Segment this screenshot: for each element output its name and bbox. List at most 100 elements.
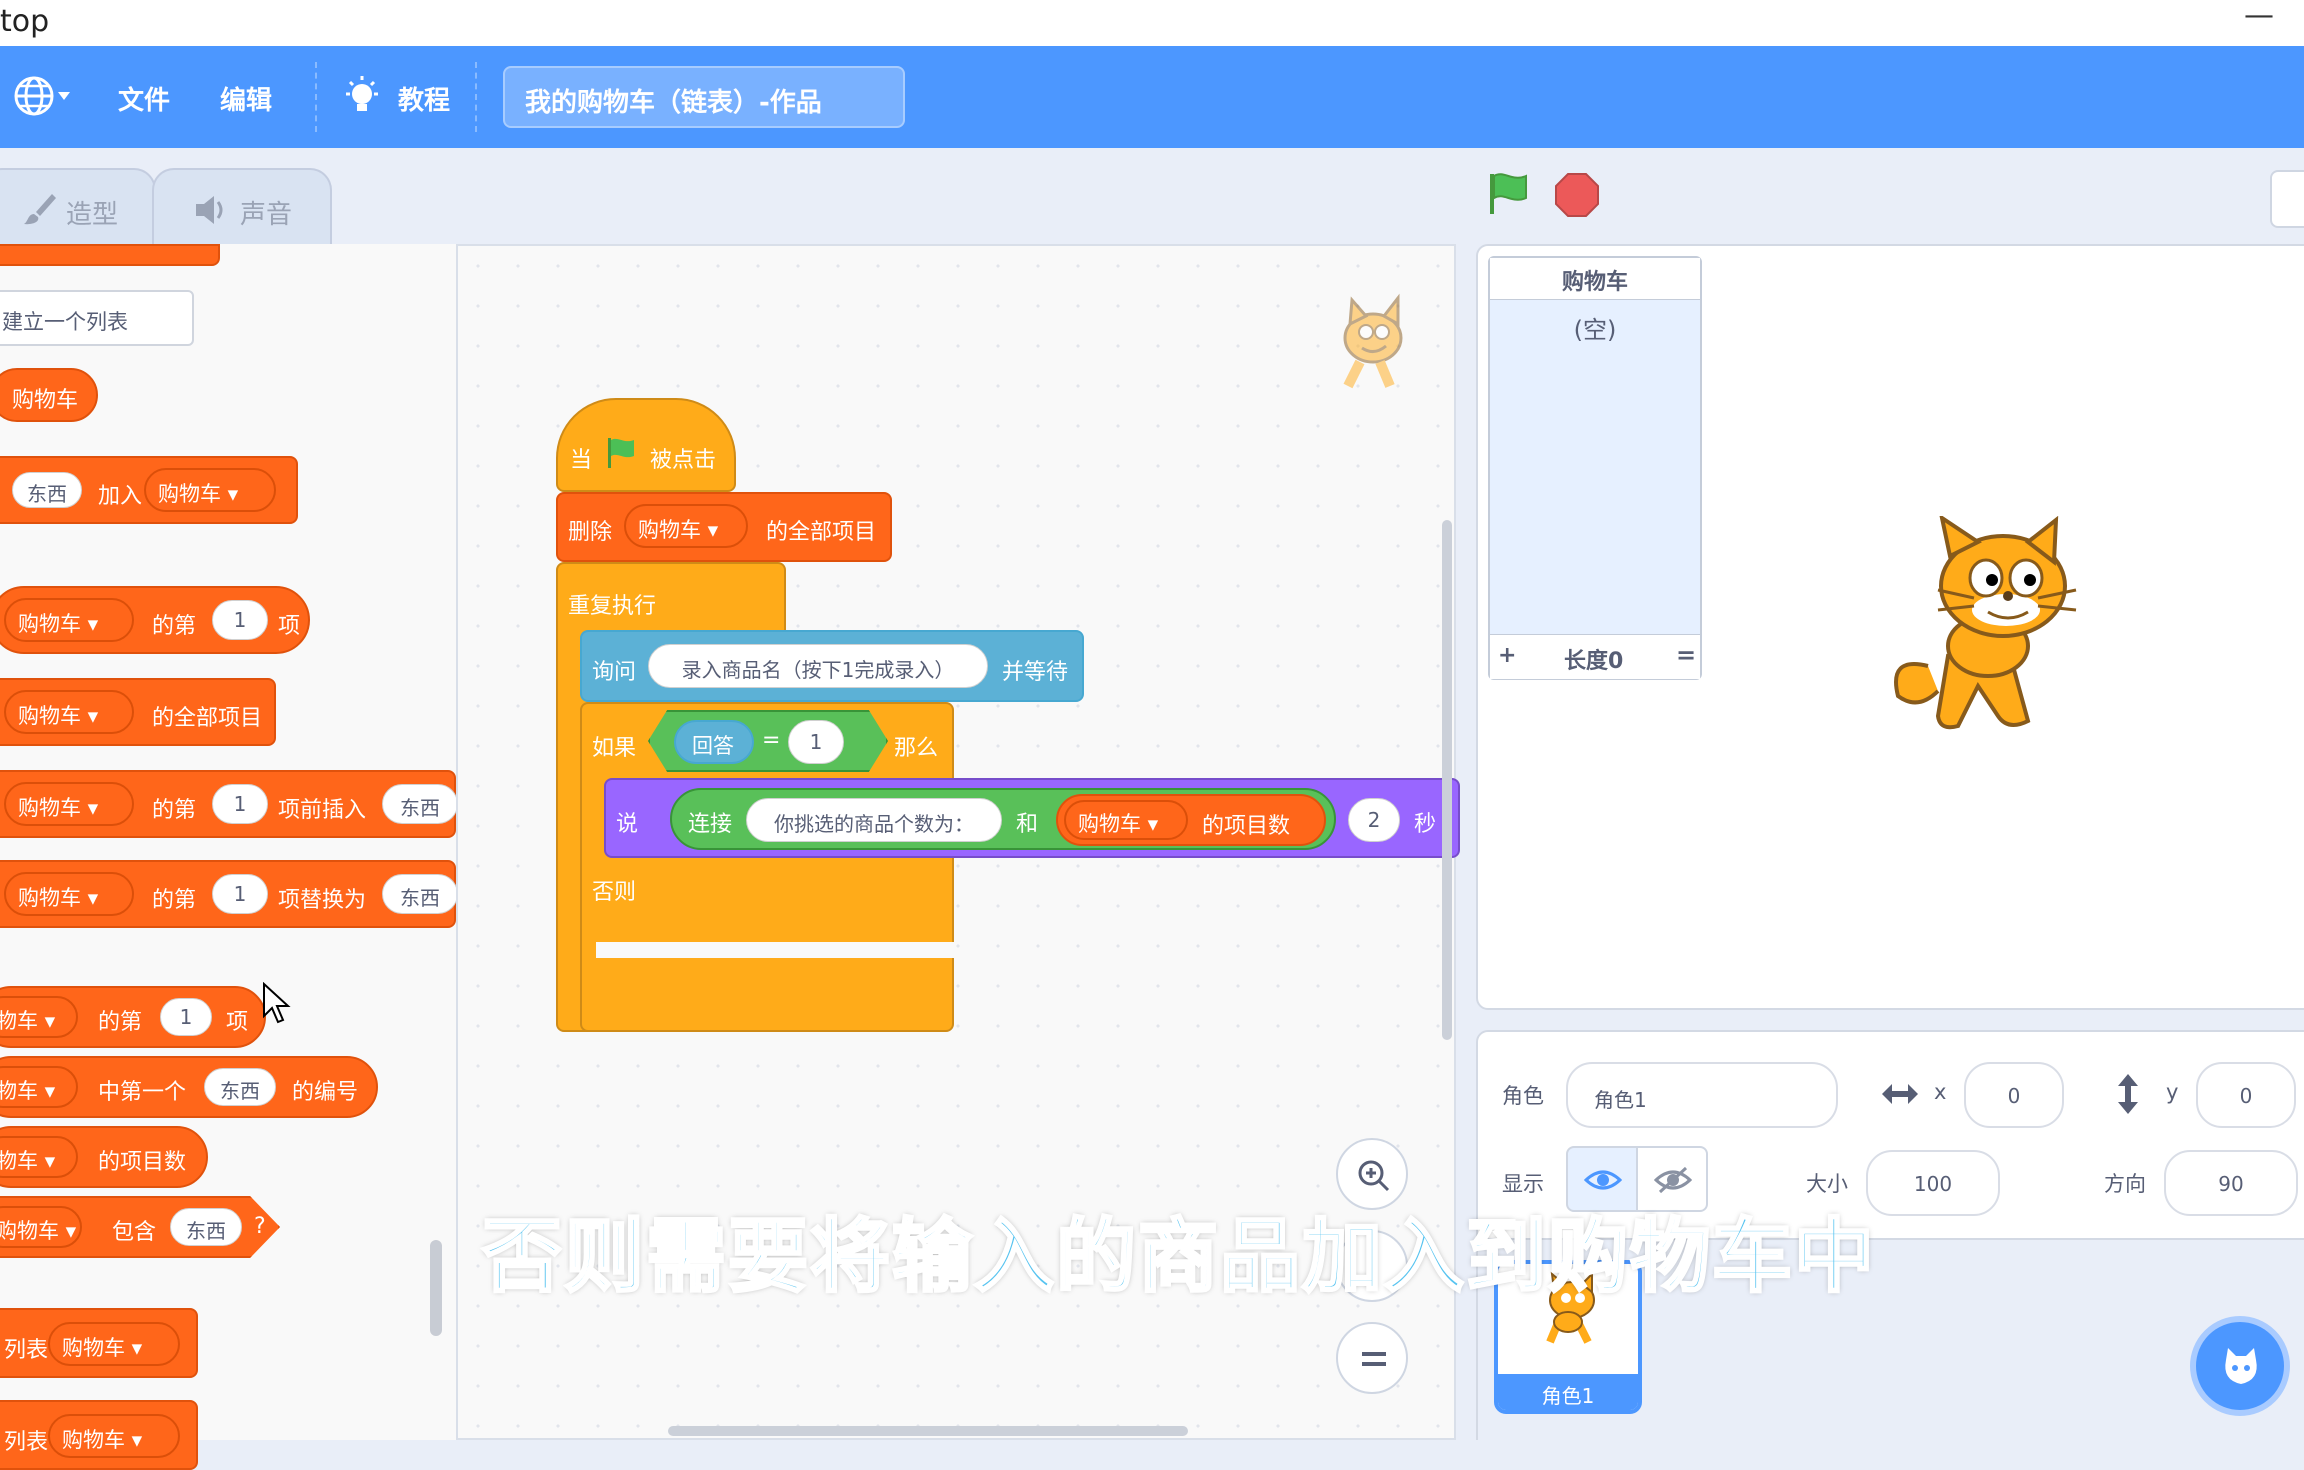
- direction-value: 90: [2218, 1172, 2244, 1196]
- list-monitor[interactable]: 购物车 (空) + 长度0 =: [1488, 256, 1702, 680]
- list-dropdown[interactable]: 购物车 ▾: [144, 468, 276, 512]
- sprite-cat-watermark-icon: [1318, 286, 1428, 400]
- list-dropdown[interactable]: 物车 ▾: [0, 1066, 78, 1108]
- minimize-button[interactable]: —: [2244, 0, 2274, 33]
- stage-size-button[interactable]: [2270, 170, 2304, 228]
- insert-at-block[interactable]: 购物车 ▾ 的第 1 项前插入 东西: [0, 770, 458, 838]
- list-length-reporter[interactable]: 购物车 ▾ 的项目数: [1056, 794, 1326, 846]
- item-of-list-block[interactable]: 物车 ▾ 的第 1 项: [0, 986, 266, 1048]
- dropdown-label: 购物车: [18, 612, 81, 636]
- x-input[interactable]: 0: [1964, 1062, 2064, 1128]
- list-dropdown[interactable]: 物车 ▾: [0, 996, 78, 1038]
- sprite-name-input[interactable]: 角色1: [1566, 1062, 1838, 1128]
- menu-edit[interactable]: 编辑: [220, 80, 272, 117]
- x-label: x: [1934, 1080, 1947, 1104]
- ask-and-wait-block[interactable]: 询问 录入商品名（按下1完成录入） 并等待: [580, 630, 1084, 702]
- item-input[interactable]: 东西: [382, 874, 458, 914]
- index-of-item-block[interactable]: 物车 ▾ 中第一个 东西 的编号: [0, 1056, 378, 1118]
- item-of-list-block[interactable]: 购物车 ▾ 的第 1 项: [0, 586, 310, 654]
- when-flag-clicked-block[interactable]: 当 被点击: [556, 398, 736, 492]
- size-input[interactable]: 100: [1866, 1150, 2000, 1216]
- stop-icon[interactable]: [1554, 172, 1600, 222]
- block-label: 的第: [152, 798, 197, 823]
- palette-block-partial[interactable]: [0, 244, 220, 266]
- x-value: 0: [2007, 1084, 2021, 1108]
- delete-all-of-list-block[interactable]: 删除 购物车 ▾ 的全部项目: [556, 492, 892, 562]
- list-add-button[interactable]: +: [1498, 643, 1516, 668]
- list-dropdown[interactable]: 购物车 ▾: [624, 504, 748, 548]
- item-input[interactable]: 东西: [382, 784, 458, 824]
- list-reporter[interactable]: 购物车: [0, 368, 98, 422]
- question-input[interactable]: 录入商品名（按下1完成录入）: [648, 644, 988, 688]
- replace-item-block[interactable]: 购物车 ▾ 的第 1 项替换为 东西: [0, 860, 458, 928]
- block-label: 删除: [568, 520, 613, 545]
- direction-input[interactable]: 90: [2164, 1150, 2298, 1216]
- block-label: 包含: [112, 1220, 157, 1245]
- project-title-input[interactable]: 我的购物车（链表）-作品: [503, 66, 905, 128]
- y-input[interactable]: 0: [2196, 1062, 2296, 1128]
- list-dropdown[interactable]: 购物车 ▾: [1064, 800, 1188, 840]
- workspace-horizontal-scrollbar[interactable]: [668, 1426, 1188, 1436]
- hide-list-block[interactable]: 列表 购物车 ▾: [0, 1400, 198, 1470]
- list-dropdown[interactable]: 购物车 ▾: [4, 872, 134, 916]
- delete-all-block[interactable]: 购物车 ▾ 的全部项目: [0, 678, 276, 746]
- list-dropdown[interactable]: 购物车 ▾: [48, 1322, 180, 1366]
- answer-reporter[interactable]: 回答: [674, 720, 754, 764]
- green-flag-icon[interactable]: [1484, 170, 1532, 222]
- block-label: 连接: [688, 812, 733, 837]
- block-label: 加入: [98, 484, 143, 509]
- list-resize-handle[interactable]: =: [1676, 641, 1696, 669]
- sprite-name-label: 角色: [1502, 1084, 1544, 1108]
- join-text-input[interactable]: 你挑选的商品个数为：: [746, 798, 1002, 842]
- item-input[interactable]: 东西: [204, 1068, 276, 1106]
- list-dropdown[interactable]: 购物车 ▾: [0, 1206, 82, 1248]
- list-contains-block[interactable]: 购物车 ▾ 包含 东西 ?: [0, 1196, 280, 1258]
- block-label: 并等待: [1002, 660, 1069, 685]
- show-list-block[interactable]: 列表 购物车 ▾: [0, 1308, 198, 1378]
- block-label: 的项目数: [98, 1150, 187, 1175]
- list-dropdown[interactable]: 购物车 ▾: [4, 598, 134, 642]
- list-length-label: 长度0: [1564, 649, 1624, 674]
- zoom-reset-button[interactable]: [1336, 1322, 1408, 1394]
- item-input[interactable]: 东西: [170, 1208, 242, 1246]
- block-label: 的第: [152, 888, 197, 913]
- block-label: 的编号: [292, 1080, 359, 1105]
- secs-input[interactable]: 2: [1348, 798, 1400, 842]
- menu-tutorials[interactable]: 教程: [398, 80, 450, 117]
- list-dropdown[interactable]: 购物车 ▾: [4, 690, 134, 734]
- list-dropdown[interactable]: 购物车 ▾: [48, 1414, 180, 1458]
- palette-scrollbar[interactable]: [430, 1240, 442, 1336]
- tab-costumes[interactable]: 造型: [0, 168, 156, 244]
- direction-label: 方向: [2104, 1172, 2146, 1196]
- block-label: 的第: [152, 614, 197, 639]
- equals-operator-block[interactable]: 回答 = 1: [648, 710, 888, 772]
- stage[interactable]: 购物车 (空) + 长度0 =: [1476, 244, 2304, 1010]
- tab-sounds-label: 声音: [240, 200, 293, 230]
- workspace-vertical-scrollbar[interactable]: [1442, 520, 1452, 1040]
- block-label: 当: [570, 448, 593, 473]
- tab-sounds[interactable]: 声音: [152, 168, 332, 244]
- index-input[interactable]: 1: [212, 600, 268, 640]
- value-input[interactable]: 1: [788, 720, 844, 764]
- list-dropdown[interactable]: 物车 ▾: [0, 1136, 78, 1178]
- dropdown-label: 物车: [0, 1079, 38, 1103]
- block-label: 询问: [592, 660, 637, 685]
- join-operator-block[interactable]: 连接 你挑选的商品个数为： 和 购物车 ▾ 的项目数: [670, 788, 1336, 850]
- add-sprite-button[interactable]: [2190, 1316, 2290, 1416]
- list-monitor-empty: (空): [1573, 316, 1617, 344]
- block-palette: 建立一个列表 购物车 东西 加入 购物车 ▾ 购物车 ▾ 的第 1 项 购物车 …: [0, 244, 458, 1470]
- dropdown-label: 物车: [0, 1009, 38, 1033]
- list-length-block[interactable]: 物车 ▾ 的项目数: [0, 1126, 208, 1188]
- add-to-list-block[interactable]: 东西 加入 购物车 ▾: [0, 456, 298, 524]
- globe-icon[interactable]: [12, 72, 72, 124]
- index-input[interactable]: 1: [160, 998, 212, 1036]
- make-list-button[interactable]: 建立一个列表: [0, 290, 194, 346]
- menu-file[interactable]: 文件: [118, 80, 170, 117]
- index-input[interactable]: 1: [212, 784, 268, 824]
- list-dropdown[interactable]: 购物车 ▾: [4, 782, 134, 826]
- y-label: y: [2166, 1080, 2179, 1104]
- scratch-cat-sprite[interactable]: [1878, 513, 2098, 750]
- item-input[interactable]: 东西: [12, 472, 82, 508]
- index-input[interactable]: 1: [212, 874, 268, 914]
- say-for-secs-block[interactable]: 说 连接 你挑选的商品个数为： 和 购物车 ▾ 的项目数 2 秒: [604, 778, 1460, 858]
